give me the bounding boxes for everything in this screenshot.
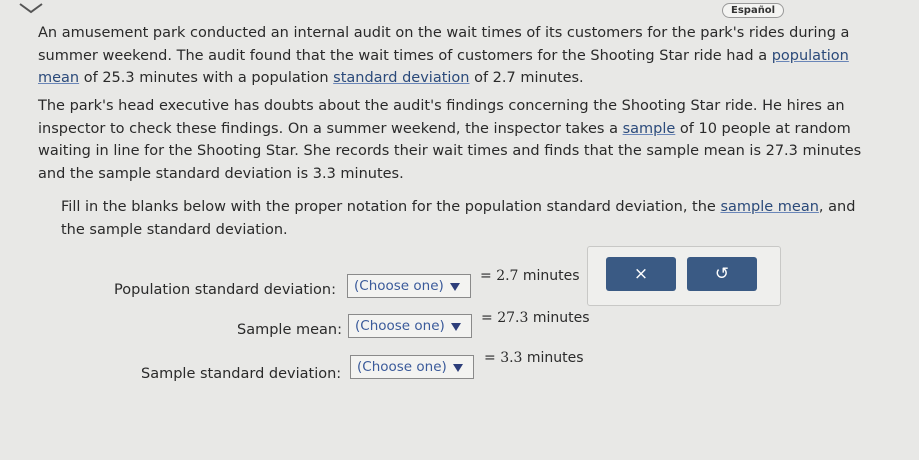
unit: minutes [526,350,584,366]
undo-icon: ↺ [714,264,730,284]
equals-sign: = [480,268,492,284]
language-button[interactable]: Español [722,3,785,18]
standard-deviation-link[interactable]: standard deviation [333,70,469,86]
instruction-paragraph: Fill in the blanks below with the proper… [61,196,881,241]
problem-paragraph-2: The park's head executive has doubts abo… [38,95,888,185]
close-icon: × [633,264,649,284]
dropdown-arrow-icon [453,364,463,372]
unit: minutes [532,310,590,326]
chevron-down-icon[interactable] [18,2,44,14]
equation-value: = 3.3 minutes [484,350,584,366]
population-sd-select[interactable]: (Choose one) [347,274,471,298]
text: of 2.7 minutes. [469,70,584,86]
value: 3.3 [500,350,523,366]
dropdown-arrow-icon [451,323,461,331]
text: of 25.3 minutes with a population [79,70,334,86]
text: Fill in the blanks below with the proper… [61,199,721,215]
sample-mean-select[interactable]: (Choose one) [348,314,472,338]
value: 27.3 [497,310,529,326]
select-value: (Choose one) [354,278,444,294]
unit: minutes [522,268,580,284]
clear-button[interactable]: × [606,257,676,291]
answer-row-sample-mean: Sample mean: (Choose one) = 27.3 minutes [0,310,600,338]
answer-toolbar: × ↺ [587,246,781,306]
undo-button[interactable]: ↺ [687,257,757,291]
select-value: (Choose one) [357,359,447,375]
equals-sign: = [481,310,493,326]
answer-row-sample-sd: Sample standard deviation: (Choose one) … [0,350,600,382]
text: An amusement park conducted an internal … [38,25,850,64]
value: 2.7 [496,268,519,284]
equation-value: = 2.7 minutes [480,268,580,284]
sample-mean-link[interactable]: sample mean [720,199,818,215]
select-value: (Choose one) [355,318,445,334]
answer-row-population-sd: Population standard deviation: (Choose o… [0,268,600,298]
dropdown-arrow-icon [450,283,460,291]
equation-value: = 27.3 minutes [481,310,589,326]
sample-sd-select[interactable]: (Choose one) [350,355,474,379]
row-label: Sample standard deviation: [141,366,342,382]
equals-sign: = [484,350,496,366]
problem-paragraph-1: An amusement park conducted an internal … [38,22,888,90]
sample-link[interactable]: sample [623,121,676,137]
row-label: Sample mean: [237,322,342,338]
row-label: Population standard deviation: [114,282,336,298]
